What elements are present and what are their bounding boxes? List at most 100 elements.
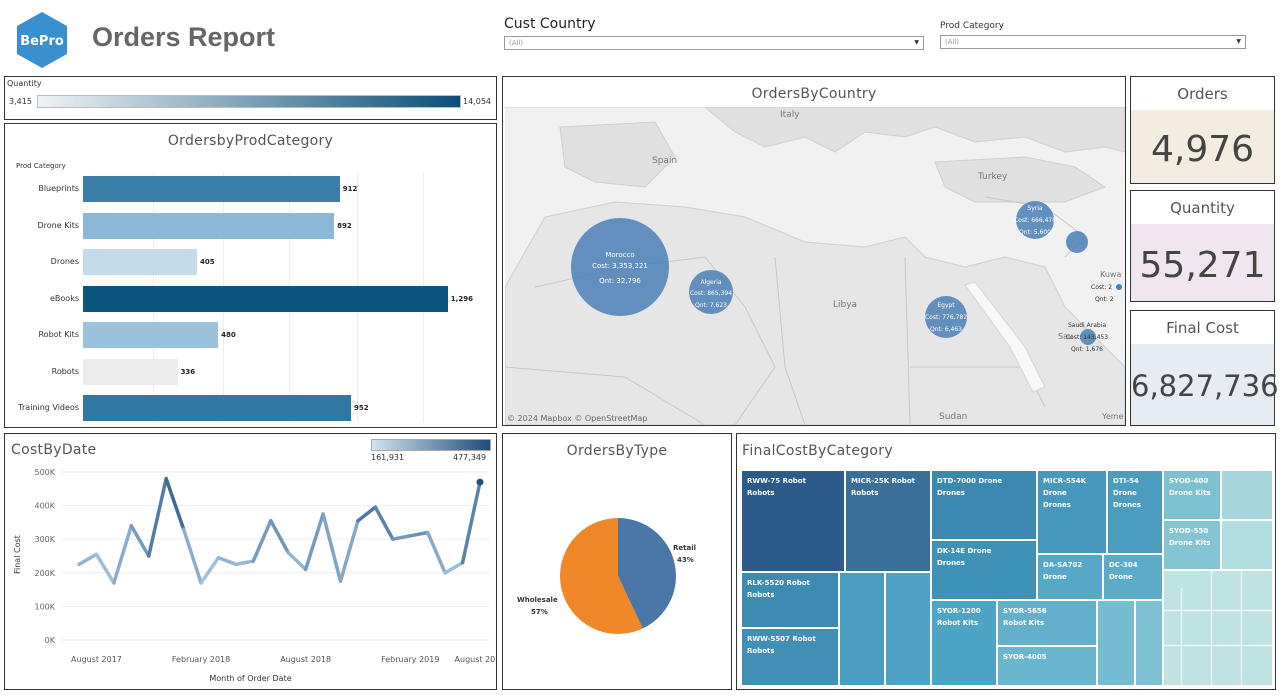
treemap-cell[interactable]: DTI-54 Drone Drones	[1107, 470, 1163, 554]
svg-text:Cost: 865,394: Cost: 865,394	[690, 290, 732, 297]
wholesale-pct: 57%	[531, 608, 548, 616]
treemap-cell[interactable]: SYOR-4005	[997, 646, 1097, 686]
quantity-gradient-bar	[37, 95, 461, 108]
bar[interactable]	[83, 358, 178, 385]
treemap-cell[interactable]	[1097, 600, 1135, 686]
treemap-cell[interactable]: DK-14E Drone Drones	[931, 540, 1037, 600]
bubble-iraq[interactable]	[1066, 231, 1088, 253]
bar[interactable]	[83, 395, 351, 421]
bar-label: Robot Kits	[38, 330, 79, 339]
svg-text:Qnt: 5,600: Qnt: 5,600	[1019, 229, 1051, 236]
kpi-final-cost-value: 6,827,736	[1131, 369, 1279, 403]
treemap-cell[interactable]: RLK-5520 Robot Robots	[741, 572, 839, 628]
chevron-down-icon: ▼	[914, 39, 919, 46]
svg-text:Qnt: 32,796: Qnt: 32,796	[599, 277, 641, 285]
line-segment	[164, 476, 186, 531]
treemap-cell[interactable]	[1221, 470, 1273, 520]
line-segment	[356, 505, 378, 523]
orders-by-country-panel: OrdersByCountry Spain Italy Turkey Libya…	[502, 76, 1126, 426]
bar[interactable]	[83, 285, 448, 312]
cost-by-date-panel: CostByDate 161,931 477,349 Final Cost Mo…	[4, 433, 497, 690]
x-tick-label: February 2019	[381, 655, 439, 664]
treemap-cell[interactable]: DC-304 Drone	[1103, 554, 1163, 600]
svg-text:Syria: Syria	[1027, 205, 1042, 212]
line-point	[476, 478, 484, 486]
kpi-orders-title: Orders	[1177, 85, 1228, 103]
svg-text:Algeria: Algeria	[700, 279, 721, 286]
treemap-cell[interactable]	[1221, 520, 1273, 570]
line-segment	[251, 518, 273, 563]
retail-pct: 43%	[677, 556, 694, 564]
y-tick-label: 300K	[34, 535, 55, 544]
svg-text:Yeme: Yeme	[1101, 412, 1124, 421]
cost-line-chart: 500K 400K 300K 200K 100K 0K August 2017 Februar…	[34, 468, 496, 664]
line-segment	[146, 476, 168, 558]
kpi-final-cost: Final Cost 6,827,736	[1130, 310, 1279, 426]
treemap-cell[interactable]: RWW-75 Robot Robots	[741, 470, 845, 572]
kpi-orders: Orders 4,976	[1130, 76, 1275, 184]
treemap-cell[interactable]: SYOR-5656 Robot Kits	[997, 600, 1097, 646]
line-segment	[338, 518, 360, 583]
bubble-algeria[interactable]: Algeria Cost: 865,394 Qnt: 7,623	[689, 270, 733, 314]
treemap-cell[interactable]: MICR-25K Robot Robots	[845, 470, 931, 572]
treemap-cell[interactable]	[1163, 570, 1273, 686]
bubble-morocco[interactable]: Morocco Cost: 3,353,221 Qnt: 32,796	[571, 218, 669, 316]
y-tick-label: 100K	[34, 602, 55, 611]
y-tick-label: 200K	[34, 569, 55, 578]
svg-text:Cost: 666,478: Cost: 666,478	[1014, 217, 1056, 224]
quantity-legend-max: 14,054	[463, 97, 491, 106]
line-segment	[269, 518, 290, 555]
svg-text:Cost: 143,453: Cost: 143,453	[1066, 334, 1108, 341]
treemap-cell[interactable]: DA-SA702 Drone	[1037, 554, 1103, 600]
treemap-cell[interactable]	[885, 572, 931, 686]
kpi-quantity: Quantity 55,271	[1130, 190, 1275, 302]
line-segment	[286, 550, 308, 572]
line-segment	[460, 480, 482, 565]
x-tick-label: August 2018	[280, 655, 331, 664]
line-segment	[94, 552, 116, 585]
y-tick-label: 0K	[45, 636, 56, 645]
quantity-legend: Quantity 3,415 14,054	[4, 76, 497, 120]
prod-category-select[interactable]: (All) ▼	[940, 35, 1246, 49]
line-segment	[303, 512, 325, 572]
orders-by-prod-panel: OrdersbyProdCategory Prod Category Bluep…	[4, 123, 497, 428]
x-tick-label: August 2017	[71, 655, 122, 664]
svg-text:BePro: BePro	[20, 34, 64, 49]
treemap-cell[interactable]	[839, 572, 885, 686]
svg-text:Qnt: 2: Qnt: 2	[1095, 296, 1114, 303]
bubble-saudi-arabia[interactable]: Saudi Arabia Cost: 143,453 Qnt: 1,676	[1066, 322, 1108, 353]
treemap-cell[interactable]: SYOD-550 Drone Kits	[1163, 520, 1221, 570]
cust-country-value: (All)	[509, 39, 524, 47]
bar[interactable]	[83, 212, 335, 239]
svg-text:Sudan: Sudan	[939, 412, 967, 422]
quantity-legend-min: 3,415	[9, 97, 32, 106]
x-tick-label: February 2018	[172, 655, 230, 664]
y-tick-label: 500K	[34, 468, 55, 477]
treemap-cell[interactable]: SYOR-1200 Robot Kits	[931, 600, 997, 686]
treemap-divider	[1211, 570, 1212, 686]
treemap-divider	[1163, 610, 1273, 611]
treemap-cell[interactable]	[1135, 600, 1163, 686]
svg-text:Qnt: 6,463: Qnt: 6,463	[930, 326, 962, 333]
kpi-final-cost-title: Final Cost	[1166, 319, 1239, 337]
bar[interactable]	[83, 322, 219, 348]
bar[interactable]	[83, 249, 197, 275]
treemap-cell[interactable]: MICR-554K Drone Drones	[1037, 470, 1107, 554]
treemap-cell[interactable]: RWW-5507 Robot Robots	[741, 628, 839, 686]
svg-text:Egypt: Egypt	[937, 302, 955, 309]
svg-text:Turkey: Turkey	[977, 172, 1008, 182]
bar-label: Blueprints	[38, 184, 79, 193]
cust-country-select[interactable]: (All) ▼	[504, 36, 924, 50]
bar[interactable]	[83, 176, 340, 202]
svg-text:Morocco: Morocco	[605, 251, 634, 259]
treemap-cell[interactable]: DTD-7000 Drone Drones	[931, 470, 1037, 540]
map-canvas[interactable]: Spain Italy Turkey Libya Sudan Kuwa Yeme…	[505, 107, 1125, 425]
svg-text:Cost: 3,353,221: Cost: 3,353,221	[592, 262, 648, 270]
bubble-egypt[interactable]: Egypt Cost: 776,782 Qnt: 6,463	[925, 296, 967, 338]
treemap-cell[interactable]: SYOD-400 Drone Kits	[1163, 470, 1221, 520]
treemap-divider	[1181, 588, 1182, 686]
bar-label: eBooks	[50, 293, 79, 303]
bar-value: 892	[337, 221, 352, 230]
line-segment	[112, 524, 134, 585]
kpi-quantity-value: 55,271	[1139, 245, 1266, 286]
